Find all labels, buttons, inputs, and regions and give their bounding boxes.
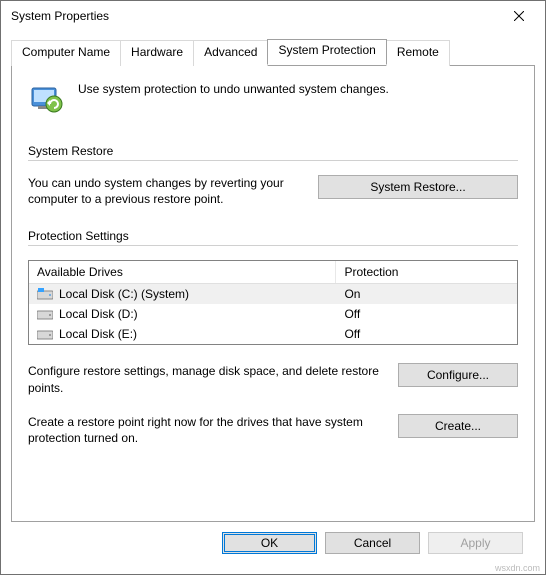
tabstrip: Computer Name Hardware Advanced System P… (11, 39, 535, 65)
close-icon (514, 11, 524, 21)
create-button[interactable]: Create... (398, 414, 518, 438)
drive-name: Local Disk (C:) (System) (59, 287, 189, 301)
configure-button[interactable]: Configure... (398, 363, 518, 387)
tab-computer-name[interactable]: Computer Name (11, 40, 121, 66)
drive-name: Local Disk (D:) (59, 307, 138, 321)
drive-name: Local Disk (E:) (59, 327, 137, 341)
tab-system-protection[interactable]: System Protection (267, 39, 386, 65)
dialog-footer: OK Cancel Apply (11, 522, 535, 564)
ok-button[interactable]: OK (222, 532, 317, 554)
close-button[interactable] (496, 2, 541, 30)
tab-hardware[interactable]: Hardware (120, 40, 194, 66)
table-row[interactable]: Local Disk (C:) (System) On (29, 284, 517, 304)
tab-panel: Use system protection to undo unwanted s… (11, 65, 535, 522)
divider (28, 160, 518, 161)
drive-protection: Off (336, 325, 517, 343)
create-desc: Create a restore point right now for the… (28, 414, 380, 446)
drive-protection: Off (336, 305, 517, 323)
system-restore-desc: You can undo system changes by reverting… (28, 175, 300, 207)
system-restore-button[interactable]: System Restore... (318, 175, 518, 199)
drive-protection: On (336, 285, 517, 303)
table-row[interactable]: Local Disk (E:) Off (29, 324, 517, 344)
cancel-button[interactable]: Cancel (325, 532, 420, 554)
tab-advanced[interactable]: Advanced (193, 40, 268, 66)
col-header-drives[interactable]: Available Drives (29, 261, 336, 283)
system-properties-window: System Properties Computer Name Hardware… (0, 0, 546, 575)
intro-row: Use system protection to undo unwanted s… (28, 80, 518, 116)
intro-text: Use system protection to undo unwanted s… (78, 80, 389, 96)
system-restore-group: System Restore You can undo system chang… (28, 144, 518, 207)
table-row[interactable]: Local Disk (D:) Off (29, 304, 517, 324)
window-title: System Properties (11, 9, 109, 23)
divider (28, 245, 518, 246)
drive-icon (37, 308, 53, 320)
drive-icon (37, 288, 53, 300)
table-header: Available Drives Protection (29, 261, 517, 284)
titlebar: System Properties (1, 1, 545, 31)
drives-table: Available Drives Protection Local Disk (… (28, 260, 518, 345)
system-restore-label: System Restore (28, 144, 518, 158)
col-header-protection[interactable]: Protection (336, 261, 517, 283)
apply-button: Apply (428, 532, 523, 554)
protection-settings-group: Protection Settings Available Drives Pro… (28, 229, 518, 446)
drive-icon (37, 328, 53, 340)
protection-settings-label: Protection Settings (28, 229, 518, 243)
system-protection-icon (28, 80, 64, 116)
configure-desc: Configure restore settings, manage disk … (28, 363, 380, 395)
content-area: Computer Name Hardware Advanced System P… (1, 31, 545, 574)
tab-remote[interactable]: Remote (386, 40, 450, 66)
